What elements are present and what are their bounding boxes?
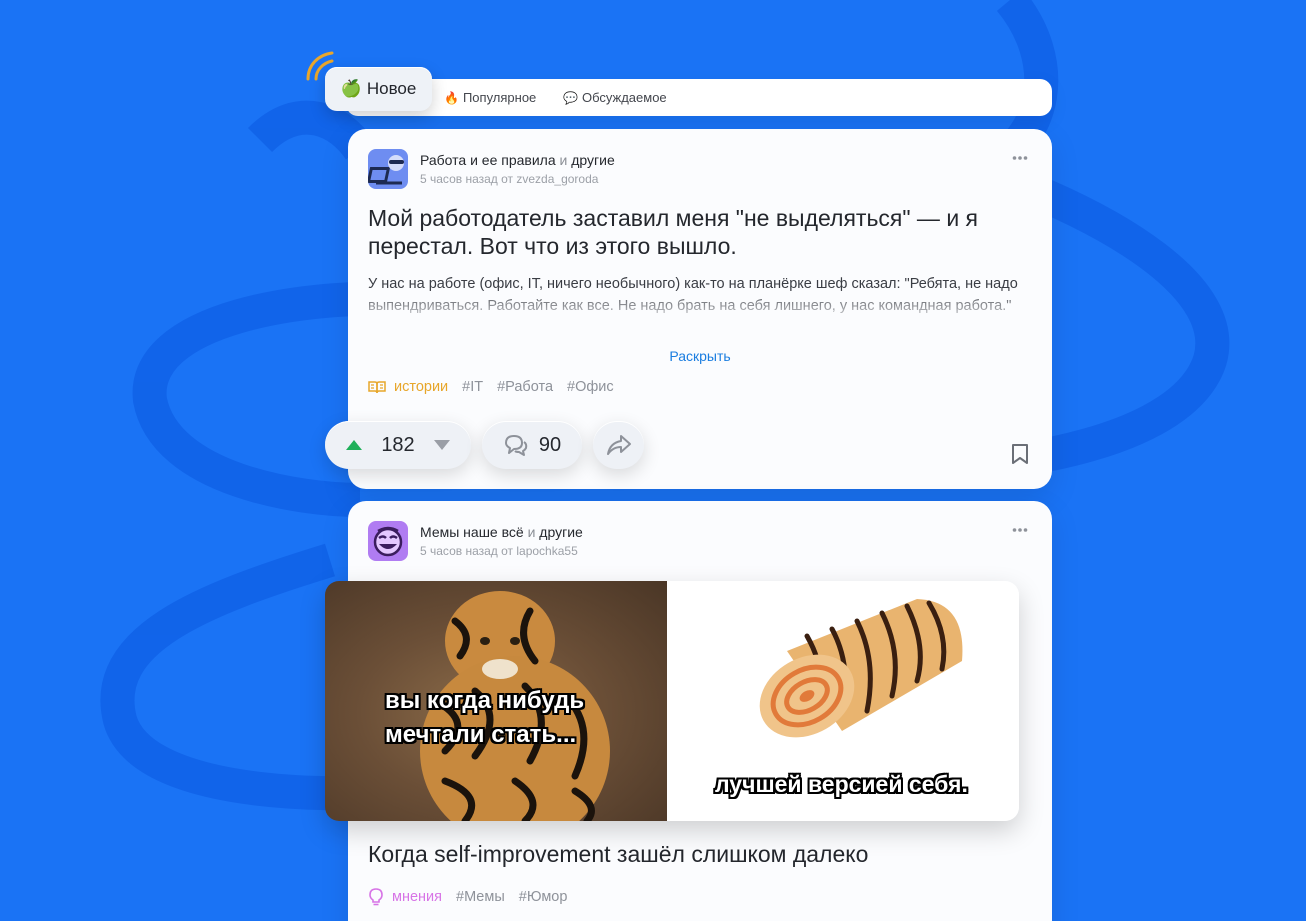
meme-image[interactable]: вы когда нибудь мечтали стать... лучшей … bbox=[325, 581, 1019, 821]
tab-new[interactable]: 🍏 Новое bbox=[325, 67, 432, 111]
green-apple-icon: 🍏 bbox=[340, 79, 362, 98]
community-avatar[interactable] bbox=[368, 521, 408, 561]
fire-icon: 🔥 bbox=[444, 90, 459, 105]
tab-new-label: Новое bbox=[366, 79, 417, 98]
post-title[interactable]: Когда self-improvement зашёл слишком дал… bbox=[368, 841, 868, 868]
share-icon bbox=[606, 435, 631, 455]
hashtag[interactable]: #Офис bbox=[567, 379, 614, 395]
post-header: Мемы наше всё и другие 5 часов назад от … bbox=[368, 521, 583, 561]
meme-caption-right: лучшей версией себя. bbox=[715, 771, 968, 797]
open-book-icon bbox=[368, 381, 386, 394]
lightbulb-icon bbox=[369, 888, 383, 906]
meme-caption-left: вы когда нибудь мечтали стать... bbox=[385, 687, 585, 748]
upvote-icon[interactable] bbox=[345, 439, 363, 451]
post-header: Работа и ее правила и другие 5 часов наз… bbox=[368, 149, 615, 189]
community-avatar[interactable] bbox=[368, 149, 408, 189]
expand-link[interactable]: Раскрыть bbox=[348, 348, 1052, 364]
more-options-icon[interactable] bbox=[1012, 527, 1028, 533]
hashtag[interactable]: #Работа bbox=[497, 379, 553, 395]
community-name[interactable]: Мемы наше всё bbox=[420, 524, 524, 540]
comments-icon bbox=[504, 435, 528, 456]
category-tag[interactable]: истории bbox=[368, 379, 448, 395]
category-label: истории bbox=[394, 379, 449, 395]
category-tag[interactable]: мнения bbox=[368, 888, 442, 906]
vote-control: 182 bbox=[325, 421, 471, 469]
hashtag[interactable]: #Юмор bbox=[519, 889, 568, 905]
comments-count: 90 bbox=[538, 433, 562, 456]
feed-tabs-bar: 🔥 Популярное 💬 Обсуждаемое bbox=[346, 79, 1052, 116]
post-meta: 5 часов назад от zvezda_goroda bbox=[420, 172, 599, 186]
rating-count: 182 bbox=[381, 433, 415, 456]
others-link[interactable]: другие bbox=[571, 152, 615, 168]
grinning-face-icon bbox=[373, 526, 403, 557]
category-label: мнения bbox=[392, 889, 442, 905]
share-button[interactable] bbox=[593, 421, 644, 469]
post-meta: 5 часов назад от lapochka55 bbox=[420, 544, 578, 558]
tab-discussed[interactable]: 💬 Обсуждаемое bbox=[563, 79, 667, 116]
others-link[interactable]: другие bbox=[539, 524, 583, 540]
post-tags: мнения #Мемы #Юмор bbox=[368, 888, 567, 906]
post-title[interactable]: Мой работодатель заставил меня "не выдел… bbox=[368, 204, 1028, 260]
community-line: Мемы наше всё и другие bbox=[420, 524, 583, 540]
tab-discussed-label: Обсуждаемое bbox=[581, 90, 667, 105]
community-line: Работа и ее правила и другие bbox=[420, 152, 615, 168]
comments-button[interactable]: 90 bbox=[482, 421, 582, 469]
bookmark-icon[interactable] bbox=[1011, 443, 1029, 465]
and-word: и bbox=[559, 152, 568, 168]
more-options-icon[interactable] bbox=[1012, 155, 1028, 161]
speech-bubble-icon: 💬 bbox=[563, 90, 578, 105]
tab-popular-label: Популярное bbox=[462, 90, 537, 105]
swiss-roll-photo: лучшей версией себя. bbox=[667, 581, 1019, 821]
and-word: и bbox=[527, 524, 536, 540]
hashtag[interactable]: #IT bbox=[462, 379, 483, 395]
community-name[interactable]: Работа и ее правила bbox=[420, 152, 556, 168]
post-tags: истории #IT #Работа #Офис bbox=[368, 379, 614, 395]
hashtag[interactable]: #Мемы bbox=[456, 889, 505, 905]
tiger-photo: вы когда нибудь мечтали стать... bbox=[325, 581, 667, 821]
worker-mask-icon bbox=[368, 155, 404, 185]
tab-popular[interactable]: 🔥 Популярное bbox=[444, 79, 536, 116]
downvote-icon[interactable] bbox=[433, 439, 451, 451]
